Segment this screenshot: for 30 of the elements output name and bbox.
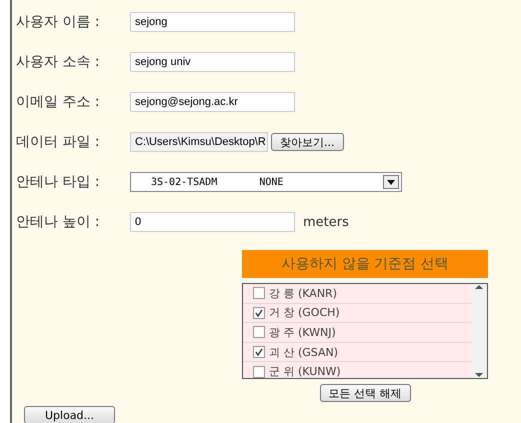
antenna-type-select[interactable]: 3S-02-TSADM NONE: [130, 172, 402, 192]
text-field[interactable]: sejong: [130, 12, 295, 32]
upload-button[interactable]: Upload...: [24, 406, 116, 423]
field-label: 사용자 소속 :: [16, 53, 101, 71]
checkbox[interactable]: [253, 366, 265, 378]
checkbox[interactable]: [253, 346, 265, 358]
station-label: 괴 산 (GSAN): [269, 344, 338, 360]
station-label: 강 릉 (KANR): [269, 286, 337, 301]
checkbox[interactable]: [253, 306, 265, 319]
field-label: 사용자 이름 :: [16, 13, 101, 31]
station-label: 군 위 (KUNW): [269, 364, 341, 378]
clear-selection-button[interactable]: 모든 선택 해제: [320, 384, 410, 402]
scroll-down-icon[interactable]: [475, 372, 483, 378]
station-label: 광 주 (KWNJ): [269, 324, 336, 340]
checkbox[interactable]: [253, 326, 265, 338]
text-field[interactable]: sejong univ: [130, 52, 295, 72]
field-label: 안테나 높이 :: [16, 213, 101, 231]
scrollbar[interactable]: [471, 284, 487, 378]
panel-header: 사용하지 않을 기준점 선택: [242, 250, 488, 278]
file-path-field[interactable]: C:\Users\Kimsu\Desktop\R: [130, 132, 268, 152]
browse-button[interactable]: 찾아보기...: [271, 133, 344, 151]
checkbox[interactable]: [253, 287, 265, 300]
unit-label: meters: [303, 214, 349, 230]
field-label: 데이터 파일 :: [16, 133, 101, 151]
field-label: 안테나 타입 :: [16, 173, 101, 191]
station-label: 거 창 (GOCH): [269, 305, 340, 320]
scroll-up-icon[interactable]: [475, 284, 483, 290]
text-field[interactable]: 0: [130, 212, 295, 232]
field-label: 이메일 주소 :: [16, 93, 101, 111]
text-field[interactable]: sejong@sejong.ac.kr: [130, 92, 295, 112]
